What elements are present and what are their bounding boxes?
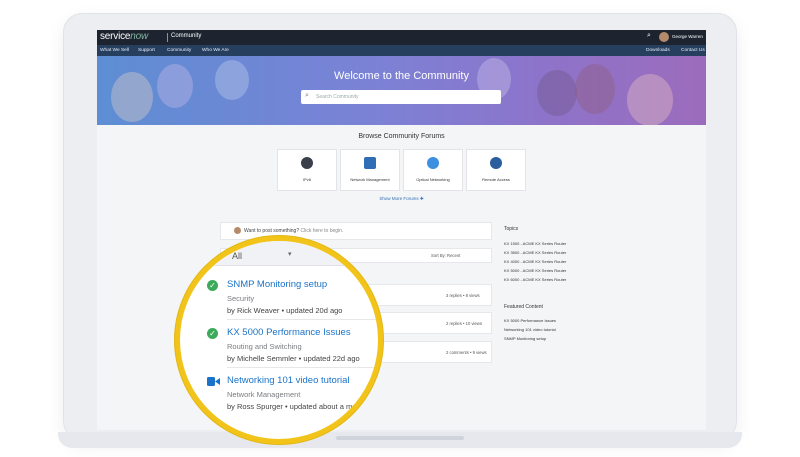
main-nav: What We Sell Support Community Who We Ar…	[97, 45, 706, 56]
item-title[interactable]: KX 5000 Performance Issues	[227, 327, 351, 338]
nav-contact-us[interactable]: Contact Us	[681, 48, 705, 53]
avatar	[234, 227, 241, 234]
search-icon[interactable]: ⌕	[647, 32, 651, 40]
forum-label: IPv6	[302, 177, 311, 182]
show-more-forums-link[interactable]: Show More Forums ✚	[97, 196, 706, 202]
check-icon: ✓	[207, 280, 218, 291]
chevron-down-icon[interactable]: ▾	[288, 250, 292, 258]
hero-search-input[interactable]: ⌕ Search Community	[301, 90, 501, 104]
avatar[interactable]	[659, 32, 669, 42]
laptop-notch	[336, 436, 464, 440]
post-prompt-hint: Click here to begin.	[300, 228, 344, 234]
topic-link[interactable]: KX 3500 - ACME KX Series Router	[504, 250, 566, 255]
forum-card-network-management[interactable]: Network Management	[340, 149, 400, 191]
item-title[interactable]: SNMP Monitoring setup	[227, 279, 327, 290]
video-icon	[207, 377, 220, 386]
nav-what-we-sell[interactable]: What We Sell	[100, 48, 129, 53]
item-byline: by Rick Weaver • updated 20d ago	[227, 306, 343, 315]
topic-link[interactable]: KX 6000 - ACME KX Series Router	[504, 277, 566, 282]
check-icon: ✓	[207, 328, 218, 339]
forum-card-ipv6[interactable]: IPv6	[277, 149, 337, 191]
post-prompt-text: Want to post something? Click here to be…	[244, 228, 343, 234]
item-byline: by Ross Spurger • updated about a mo	[227, 402, 357, 411]
hero-title: Welcome to the Community	[334, 70, 469, 82]
sort-dropdown[interactable]: Sort By: Recent	[431, 253, 460, 258]
featured-heading: Featured Content	[504, 304, 543, 310]
divider	[227, 367, 378, 368]
item-category: Security	[227, 294, 255, 303]
search-icon: ⌕	[305, 92, 309, 99]
hero-banner: Welcome to the Community ⌕ Search Commun…	[97, 56, 706, 125]
network-icon	[364, 157, 376, 169]
item-byline: by Michelle Semmler • updated 22d ago	[227, 354, 360, 363]
nav-community[interactable]: Community	[167, 48, 191, 53]
search-placeholder: Search Community	[316, 94, 359, 100]
featured-link[interactable]: Networking 101 video tutorial	[504, 327, 556, 332]
featured-link[interactable]: KX 5000 Performance Issues	[504, 318, 556, 323]
optical-icon	[427, 157, 439, 169]
item-title[interactable]: Networking 101 video tutorial	[227, 375, 350, 386]
item-category: Routing and Switching	[227, 342, 302, 351]
ipv6-icon	[301, 157, 313, 169]
nav-who-we-are[interactable]: Who We Are	[202, 48, 229, 53]
topic-link[interactable]: KX 5000 - ACME KX Series Router	[504, 268, 566, 273]
featured-link[interactable]: SNMP Monitoring setup	[504, 336, 546, 341]
forum-label: Network Management	[350, 177, 390, 182]
divider	[227, 319, 378, 320]
nav-support[interactable]: Support	[138, 48, 155, 53]
row-meta: 2 comments • 9 views	[446, 350, 487, 355]
magnifier-overlay: All ▾ ✓ SNMP Monitoring setup Security b…	[175, 236, 383, 444]
logo-divider	[167, 33, 168, 42]
top-bar: servicenow Community ⌕ George Warren	[97, 30, 706, 45]
post-prompt-label: Want to post something?	[244, 228, 300, 234]
nav-downloads[interactable]: Downloads	[646, 48, 670, 53]
remote-access-icon	[490, 157, 502, 169]
magnified-filter-bar: All ▾	[180, 241, 378, 266]
logo-service-text: service	[100, 31, 131, 42]
filter-select[interactable]: All	[232, 251, 242, 261]
forum-card-optical-networking[interactable]: Optical Networking	[403, 149, 463, 191]
laptop-base	[58, 432, 742, 448]
topic-link[interactable]: KX 4000 - ACME KX Series Router	[504, 259, 566, 264]
forum-card-remote-access[interactable]: Remote Access	[466, 149, 526, 191]
forum-label: Optical Networking	[416, 177, 450, 182]
topics-heading: Topics	[504, 226, 519, 232]
user-menu[interactable]: George Warren	[672, 34, 703, 39]
servicenow-logo[interactable]: servicenow	[100, 31, 148, 42]
topic-link[interactable]: KX 1500 - ACME KX Series Router	[504, 241, 566, 246]
row-meta: 2 replies • 10 views	[446, 321, 482, 326]
forum-label: Remote Access	[482, 177, 510, 182]
item-category: Network Management	[227, 390, 301, 399]
logo-now-text: now	[130, 31, 149, 42]
section-title: Community	[171, 33, 202, 39]
browse-title: Browse Community Forums	[358, 133, 445, 140]
row-meta: 3 replies • 8 views	[446, 293, 480, 298]
